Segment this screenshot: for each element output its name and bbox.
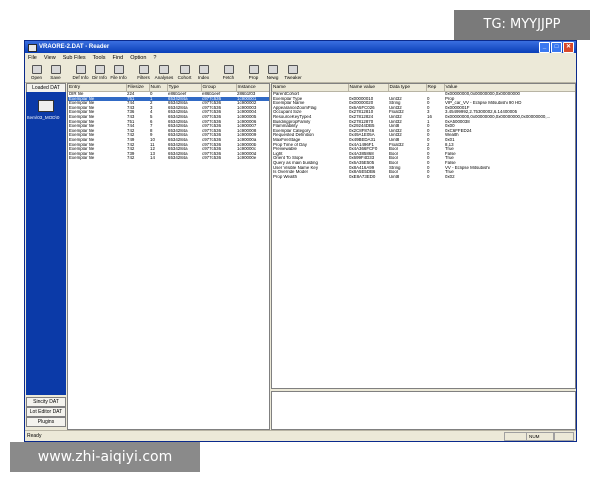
title-bar[interactable]: VRAORE-2.DAT - Reader _ □ ✕ — [25, 41, 576, 53]
file-list-table: Entry Filesize Num Type Group Instance DIR fi… — [67, 83, 270, 430]
table-cell: 6534284a — [168, 156, 188, 161]
save-icon — [50, 65, 61, 74]
status-pane — [554, 432, 574, 441]
fetch-button[interactable]: Fetch — [219, 63, 238, 81]
fetch-icon — [223, 65, 234, 74]
tab-lot-editor-dat[interactable]: Lot Editor DAT — [26, 407, 66, 417]
model-icon — [38, 100, 54, 112]
table-cell: 742 — [127, 156, 135, 161]
table-cell: Uint8 — [389, 174, 400, 179]
newg-button[interactable]: Newg — [263, 63, 282, 81]
table-cell: c977c536 — [202, 156, 222, 161]
close-button[interactable]: ✕ — [563, 42, 574, 53]
prop-column-header[interactable]: Name value — [348, 84, 389, 92]
prop-column-header[interactable]: Name — [272, 84, 349, 92]
analyses-button[interactable]: Analyses — [153, 63, 175, 81]
menu-bar: File View Sub Files Tools Find Option ? — [25, 53, 576, 63]
num-lock-indicator: NUM — [526, 432, 554, 441]
menu-help[interactable]: ? — [153, 53, 156, 63]
save-button[interactable]: Save — [46, 63, 65, 81]
def-info-button[interactable]: Def Info — [71, 63, 90, 81]
prop-column-header[interactable]: Value — [444, 84, 575, 92]
menu-file[interactable]: File — [28, 53, 37, 63]
info-icon — [75, 65, 86, 74]
window-title: VRAORE-2.DAT - Reader — [39, 44, 110, 50]
prop-button[interactable]: Prop — [244, 63, 263, 81]
status-pane — [504, 432, 528, 441]
menu-sub-files[interactable]: Sub Files — [63, 53, 86, 63]
file-column-header[interactable]: Instance — [236, 84, 269, 92]
toolbar: Open Save Def Info Dir Info File Info Fi… — [25, 63, 576, 83]
minimize-button[interactable]: _ — [539, 42, 550, 53]
analyse-icon — [159, 65, 169, 74]
filters-button[interactable]: Filters — [134, 63, 153, 81]
table-row[interactable]: Exemplar file 742 14 6534284a c977c536 1c9000… — [68, 156, 269, 161]
prop-icon — [248, 65, 259, 74]
cohort-icon — [179, 65, 190, 74]
maximize-button[interactable]: □ — [551, 42, 562, 53]
table-row[interactable]: Prop Wealth 0xE8A73ED0 Uint8 0 0x02 — [272, 174, 575, 180]
tab-sincity-dat[interactable]: Sincity DAT — [26, 397, 66, 407]
left-panel: Loaded DAT Item\03_MOD\0 Sincity DAT Lot… — [26, 83, 66, 430]
file-info-button[interactable]: File Info — [109, 63, 128, 81]
app-icon — [28, 44, 37, 52]
watermark-top: TG: MYYJJPP — [454, 10, 590, 40]
table-cell: 0 — [427, 174, 430, 179]
filter-icon — [138, 65, 149, 74]
prop-column-header[interactable]: Data type — [388, 84, 427, 92]
loaded-dat-list[interactable]: Item\03_MOD\0 — [26, 92, 66, 395]
tweaker-icon — [288, 65, 298, 74]
file-column-header[interactable]: Entry — [68, 84, 127, 92]
table-cell: Exemplar file — [69, 156, 95, 161]
file-column-header[interactable]: Num — [149, 84, 168, 92]
table-cell: Prop Wealth — [273, 174, 298, 179]
menu-view[interactable]: View — [44, 53, 56, 63]
watermark-bottom: www.zhi-aiqiyi.com — [10, 442, 200, 472]
table-cell: 0x02 — [445, 174, 455, 179]
table-cell: 1c90000e — [237, 156, 257, 161]
loaded-item-label[interactable]: Item\03_MOD\0 — [27, 115, 59, 120]
file-column-header[interactable]: Filesize — [126, 84, 150, 92]
cohort-button[interactable]: Cohort — [175, 63, 194, 81]
menu-option[interactable]: Option — [130, 53, 146, 63]
index-button[interactable]: Index — [194, 63, 213, 81]
folder-open-icon — [31, 65, 42, 74]
menu-find[interactable]: Find — [112, 53, 123, 63]
file-info-icon — [113, 65, 124, 74]
tweaker-button[interactable]: Tweaker — [282, 63, 304, 81]
status-text: Ready — [27, 433, 42, 439]
status-bar: Ready NUM — [25, 430, 576, 441]
file-column-header[interactable]: Group — [201, 84, 237, 92]
tab-plugins[interactable]: Plugins — [26, 417, 66, 427]
open-button[interactable]: Open — [27, 63, 46, 81]
index-icon — [198, 65, 209, 74]
property-list-table: Name Name value Data type Rep Value ParentCo… — [271, 83, 576, 389]
directory-icon — [94, 65, 105, 74]
dir-info-button[interactable]: Dir Info — [90, 63, 109, 81]
property-detail-pane[interactable] — [271, 391, 576, 430]
file-column-header[interactable]: Type — [167, 84, 202, 92]
table-cell: 14 — [150, 156, 155, 161]
table-cell: 0xE8A73ED0 — [349, 174, 376, 179]
menu-tools[interactable]: Tools — [93, 53, 106, 63]
reader-window: VRAORE-2.DAT - Reader _ □ ✕ File View Su… — [24, 40, 577, 442]
new-icon — [267, 65, 278, 74]
prop-column-header[interactable]: Rep — [426, 84, 445, 92]
